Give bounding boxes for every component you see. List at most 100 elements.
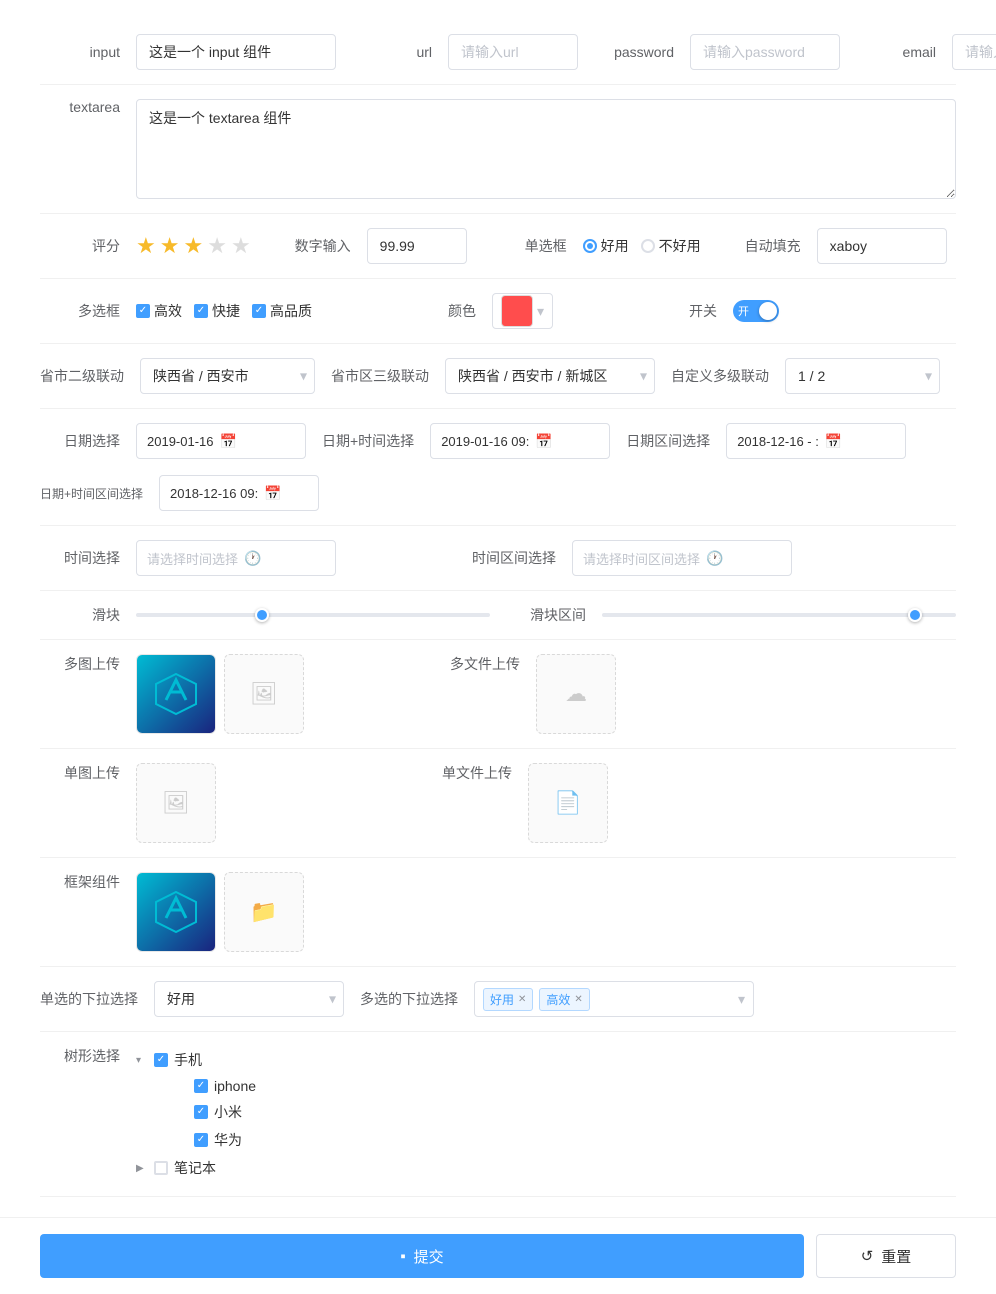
row-framework: 框架组件 📁: [40, 858, 956, 967]
row-rating-radio: 评分 ★ ★ ★ ★ ★ 数字输入 单选框 好用 不好用: [40, 214, 956, 279]
tree-toggle-phone[interactable]: ▾: [136, 1055, 148, 1066]
datetime-calendar-icon: 📅: [535, 433, 552, 450]
input-field[interactable]: [136, 34, 336, 70]
reset-button[interactable]: ↺ 重置: [816, 1234, 956, 1278]
single-select-wrap: 好用 不好用: [154, 981, 344, 1017]
number-input[interactable]: [367, 228, 467, 264]
star-3[interactable]: ★: [183, 233, 203, 259]
row-textarea: textarea 这是一个 textarea 组件: [40, 85, 956, 214]
cascade3-select[interactable]: 陕西省 / 西安市 / 新城区: [445, 358, 655, 394]
single-file-zone[interactable]: 📄: [528, 763, 608, 843]
multi-upload-group: 多图上传 🖼: [40, 654, 304, 734]
multi-upload-label: 多图上传: [40, 654, 120, 674]
framework-folder-icon: 📁: [250, 899, 277, 925]
autocomplete-label: 自动填充: [721, 236, 801, 256]
checkbox-fast-label: 快捷: [212, 301, 240, 321]
multi-file-zone[interactable]: ☁: [536, 654, 616, 734]
checkbox-quality[interactable]: 高品质: [252, 301, 312, 321]
radio-option-good[interactable]: 好用: [583, 236, 629, 256]
sliderrange-group: 滑块区间: [506, 605, 956, 625]
autocomplete-input[interactable]: [817, 228, 947, 264]
cascade2-group: 省市二级联动 陕西省 / 西安市: [40, 358, 315, 394]
star-2[interactable]: ★: [160, 233, 180, 259]
email-field[interactable]: [952, 34, 996, 70]
cascade2-select[interactable]: 陕西省 / 西安市: [140, 358, 315, 394]
checkbox-efficient[interactable]: 高效: [136, 301, 182, 321]
rating-stars[interactable]: ★ ★ ★ ★ ★: [136, 233, 251, 259]
radio-option-bad[interactable]: 不好用: [641, 236, 701, 256]
url-field[interactable]: [448, 34, 578, 70]
date-label: 日期选择: [40, 431, 120, 451]
color-dropdown-arrow: ▾: [537, 303, 544, 320]
slider-input[interactable]: [136, 613, 490, 617]
tree-checkbox-xiaomi[interactable]: [194, 1105, 208, 1119]
timerange-picker[interactable]: 请选择时间区间选择 🕐: [572, 540, 792, 576]
checkbox-fast[interactable]: 快捷: [194, 301, 240, 321]
tree-toggle-laptop[interactable]: ▶: [136, 1163, 148, 1174]
datetimerange-picker[interactable]: 2018-12-16 09: 📅: [159, 475, 319, 511]
color-label: 颜色: [396, 301, 476, 321]
multi-file-label: 多文件上传: [440, 654, 520, 674]
tag-good-close[interactable]: ✕: [518, 994, 526, 1005]
tree-checkbox-iphone[interactable]: [194, 1079, 208, 1093]
color-group: 颜色 ▾: [396, 293, 553, 329]
submit-icon: ▪: [400, 1248, 405, 1265]
tag-efficient: 高效 ✕: [539, 988, 589, 1011]
single-image-group: 单图上传 🖼: [40, 763, 216, 843]
datetimerange-value: 2018-12-16 09:: [170, 486, 258, 501]
switch-toggle[interactable]: 开: [733, 300, 779, 322]
cascade2-select-wrap: 陕西省 / 西安市: [140, 358, 315, 394]
tree-label: 树形选择: [40, 1046, 120, 1066]
timerange-label: 时间区间选择: [472, 548, 556, 568]
multi-select-field[interactable]: 好用 ✕ 高效 ✕ ▾: [474, 981, 754, 1017]
password-label: password: [594, 44, 674, 60]
upload-cloud-icon: ☁: [565, 681, 587, 707]
input-label: input: [40, 44, 120, 60]
cascade2-label: 省市二级联动: [40, 366, 124, 386]
datetimerange-label: 日期+时间区间选择: [40, 485, 143, 502]
input-group: input: [40, 34, 336, 70]
number-group: 数字输入: [271, 228, 467, 264]
textarea-field[interactable]: 这是一个 textarea 组件: [136, 99, 956, 199]
tree-checkbox-laptop[interactable]: [154, 1161, 168, 1175]
upload-preview-logo: [136, 654, 216, 734]
star-5[interactable]: ★: [231, 233, 251, 259]
tree-checkbox-huawei[interactable]: [194, 1133, 208, 1147]
star-4[interactable]: ★: [207, 233, 227, 259]
single-select[interactable]: 好用 不好用: [154, 981, 344, 1017]
tree-laptop-label: 笔记本: [174, 1158, 216, 1178]
time-group: 时间选择 请选择时间选择 🕐: [40, 540, 336, 576]
cascade3-label: 省市区三级联动: [331, 366, 429, 386]
rating-label: 评分: [40, 236, 120, 256]
sliderrange-input[interactable]: [602, 613, 956, 617]
submit-button[interactable]: ▪ 提交: [40, 1234, 804, 1278]
time-picker[interactable]: 请选择时间选择 🕐: [136, 540, 336, 576]
tree-item-huawei: 华为: [176, 1126, 256, 1154]
date-picker[interactable]: 2019-01-16 📅: [136, 423, 306, 459]
datetime-picker[interactable]: 2019-01-16 09: 📅: [430, 423, 610, 459]
star-1[interactable]: ★: [136, 233, 156, 259]
cascade3-group: 省市区三级联动 陕西省 / 西安市 / 新城区: [331, 358, 655, 394]
password-field[interactable]: [690, 34, 840, 70]
tag-efficient-close[interactable]: ✕: [574, 994, 582, 1005]
single-image-zone[interactable]: 🖼: [136, 763, 216, 843]
custom-cascade-label: 自定义多级联动: [671, 366, 769, 386]
tree-item-xiaomi: 小米: [176, 1098, 256, 1126]
row-tree: 树形选择 ▾ 手机 iphone 小米: [40, 1032, 956, 1197]
datetimerange-calendar-icon: 📅: [264, 485, 281, 502]
radio-dot-good: [583, 239, 597, 253]
time-placeholder: 请选择时间选择: [147, 549, 238, 568]
calendar-icon: 📅: [220, 433, 237, 450]
single-file-group: 单文件上传 📄: [432, 763, 608, 843]
custom-cascade-select[interactable]: 1 / 2: [785, 358, 940, 394]
upload-zone-image[interactable]: 🖼: [224, 654, 304, 734]
daterange-picker[interactable]: 2018-12-16 - : 📅: [726, 423, 906, 459]
upload-image-icon: 🖼: [250, 681, 278, 707]
tree-checkbox-phone[interactable]: [154, 1053, 168, 1067]
row-cascade: 省市二级联动 陕西省 / 西安市 省市区三级联动 陕西省 / 西安市 / 新城区…: [40, 344, 956, 409]
checkbox-efficient-box: [136, 304, 150, 318]
framework-folder-zone[interactable]: 📁: [224, 872, 304, 952]
multi-upload-area: 🖼: [136, 654, 304, 734]
color-picker-button[interactable]: ▾: [492, 293, 553, 329]
form-footer: ▪ 提交 ↺ 重置: [0, 1217, 996, 1294]
